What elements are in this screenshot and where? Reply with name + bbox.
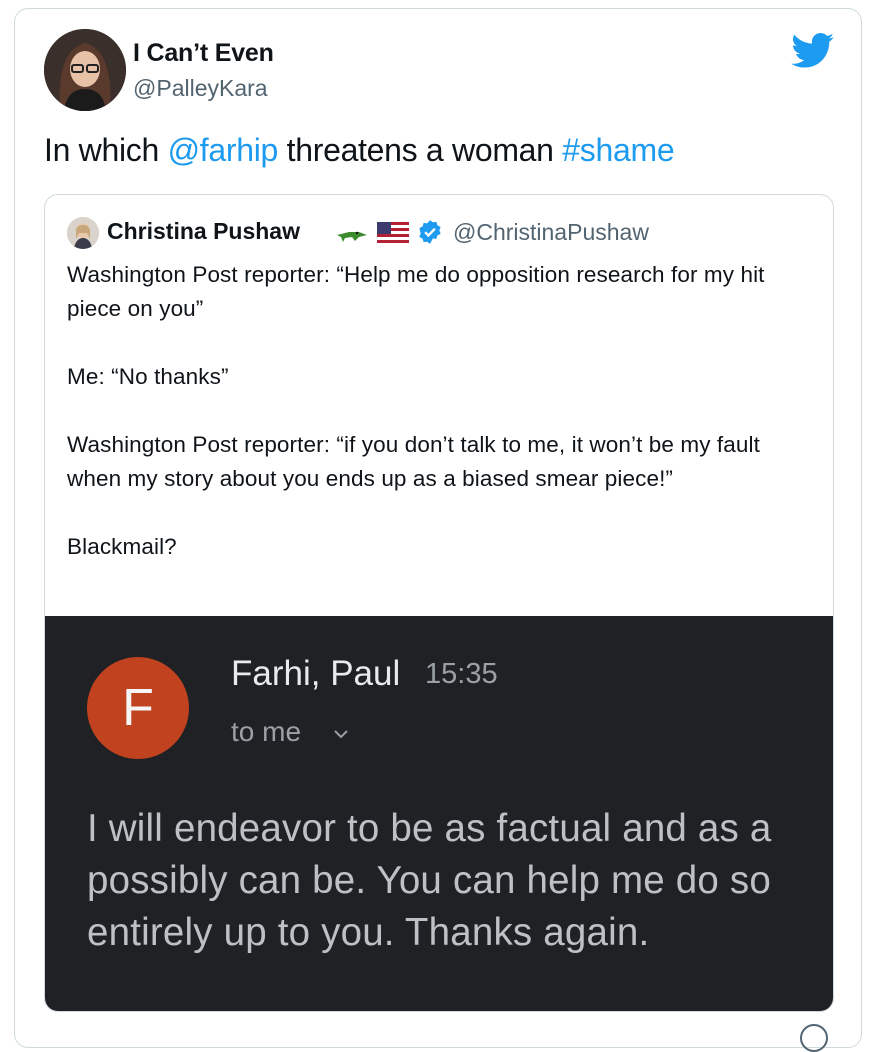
email-body: I will endeavor to be as factual and as … [87,803,833,959]
author-display-name[interactable]: I Can’t Even [133,39,274,68]
tweet-text-prefix: In which [44,132,168,168]
crocodile-icon [337,231,367,242]
quoted-paragraph: Blackmail? [67,534,177,559]
chevron-down-icon [334,730,348,739]
quoted-tweet[interactable]: Christina Pushaw @ChristinaPushaw Washin… [44,194,834,1012]
info-icon[interactable] [800,1024,828,1052]
email-body-line: I will endeavor to be as factual and as … [87,807,772,850]
sender-avatar: F [87,657,189,759]
hashtag-link[interactable]: #shame [562,132,674,168]
email-screenshot-image[interactable]: F Farhi, Paul 15:35 to me I will endeavo… [45,616,833,1011]
email-body-line: entirely up to you. Thanks again. [87,911,650,954]
quoted-paragraph: Me: “No thanks” [67,364,229,389]
quoted-paragraph: Washington Post reporter: “Help me do op… [67,262,765,321]
quoted-paragraph: Washington Post reporter: “if you don’t … [67,432,760,491]
author-handle[interactable]: @PalleyKara [133,75,268,102]
tweet-text-middle: threatens a woman [278,132,563,168]
email-body-line: possibly can be. You can help me do so [87,859,771,902]
email-sender: Farhi, Paul [231,654,401,693]
quoted-author-name[interactable]: Christina Pushaw [107,218,300,245]
quoted-tweet-body: Washington Post reporter: “Help me do op… [67,258,807,564]
mention-link[interactable]: @farhip [168,132,279,168]
verified-badge-icon [419,220,441,244]
email-time: 15:35 [425,658,498,690]
twitter-bird-icon[interactable] [791,33,835,69]
us-flag-icon [377,222,409,244]
tweet-text: In which @farhip threatens a woman #sham… [44,132,675,169]
quoted-author-handle[interactable]: @ChristinaPushaw [453,219,649,246]
author-avatar[interactable] [44,29,126,111]
email-recipient: to me [231,716,302,747]
quoted-author-avatar[interactable] [67,217,99,249]
